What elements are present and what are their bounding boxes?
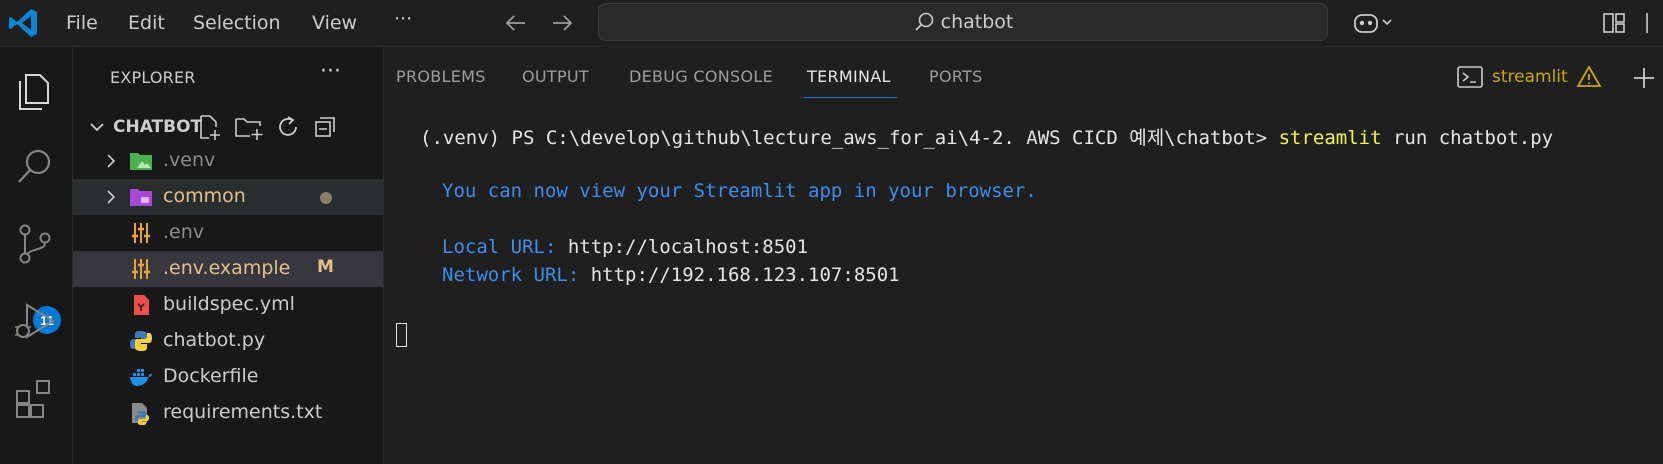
forward-arrow-icon[interactable] xyxy=(549,10,575,36)
tree-item-label: .venv xyxy=(163,149,216,171)
layout-panel-icon[interactable] xyxy=(1643,9,1663,37)
run-debug-icon[interactable] xyxy=(13,299,57,343)
new-folder-icon[interactable] xyxy=(233,113,265,141)
local-url-link[interactable]: http://localhost:8501 xyxy=(568,236,808,258)
workspace-name: CHATBOT xyxy=(113,117,203,137)
workspace-section-header[interactable]: CHATBOT xyxy=(83,109,373,145)
terminal-cursor xyxy=(396,323,407,347)
tab-terminal[interactable]: TERMINAL xyxy=(807,67,891,86)
tree-item-chatbot-py[interactable]: chatbot.py xyxy=(73,323,383,359)
back-arrow-icon[interactable] xyxy=(503,10,529,36)
tree-item-env-example[interactable]: .env.example M xyxy=(73,251,383,287)
env-settings-icon xyxy=(132,223,150,243)
tree-item-label: common xyxy=(163,185,246,207)
activity-bar: 11 xyxy=(0,47,73,464)
new-file-icon[interactable] xyxy=(195,113,223,141)
collapse-all-icon[interactable] xyxy=(312,113,340,141)
extensions-icon[interactable] xyxy=(13,377,57,421)
tree-item-label: requirements.txt xyxy=(163,401,323,423)
menu-view[interactable]: View xyxy=(312,0,357,46)
modified-dot xyxy=(320,192,332,204)
docker-icon xyxy=(130,369,152,386)
tree-item-requirements[interactable]: requirements.txt xyxy=(73,395,383,431)
tree-item-label: chatbot.py xyxy=(163,329,266,351)
folder-common-icon xyxy=(130,189,152,206)
python-icon xyxy=(130,331,152,351)
chevron-down-icon xyxy=(90,123,104,132)
tree-item-venv[interactable]: .venv xyxy=(73,143,383,179)
tab-debug-console[interactable]: DEBUG CONSOLE xyxy=(629,67,773,86)
terminal-command: streamlit xyxy=(1278,127,1382,149)
tab-output[interactable]: OUTPUT xyxy=(522,67,589,86)
warning-icon xyxy=(1576,65,1602,87)
chevron-right-icon xyxy=(107,190,116,204)
search-icon[interactable] xyxy=(13,145,57,189)
command-center-search[interactable]: chatbot xyxy=(598,3,1328,41)
refresh-icon[interactable] xyxy=(274,113,302,141)
menu-file[interactable]: File xyxy=(66,0,98,46)
terminal-info: You can now view your Streamlit app in y… xyxy=(442,180,1037,202)
menu-selection[interactable]: Selection xyxy=(193,0,281,46)
search-text: chatbot xyxy=(940,11,1014,33)
local-url-label: Local URL: xyxy=(442,236,568,258)
bottom-panel: PROBLEMS OUTPUT DEBUG CONSOLE TERMINAL P… xyxy=(384,47,1663,464)
folder-env-icon xyxy=(130,153,152,170)
explorer-sidebar: EXPLORER ··· CHATBOT .venv common .env .… xyxy=(73,47,384,464)
tree-item-buildspec[interactable]: buildspec.yml xyxy=(73,287,383,323)
terminal-info-line: You can now view your Streamlit app in y… xyxy=(442,180,1037,202)
search-icon xyxy=(915,12,933,31)
sidebar-title: EXPLORER xyxy=(110,68,196,87)
tree-item-label: .env.example xyxy=(163,257,291,279)
network-url-link[interactable]: http://192.168.123.107:8501 xyxy=(591,264,900,286)
terminal-command-args: run chatbot.py xyxy=(1381,127,1554,149)
terminal-name: streamlit xyxy=(1492,67,1568,87)
network-url-label: Network URL: xyxy=(442,264,591,286)
menu-edit[interactable]: Edit xyxy=(128,0,165,46)
chevron-right-icon xyxy=(107,154,116,168)
tab-ports[interactable]: PORTS xyxy=(929,67,983,86)
tree-item-dockerfile[interactable]: Dockerfile xyxy=(73,359,383,395)
terminal-network-url-line: Network URL: http://192.168.123.107:8501 xyxy=(442,264,900,286)
tree-item-env[interactable]: .env xyxy=(73,215,383,251)
tree-item-label: .env xyxy=(163,221,205,243)
tab-problems[interactable]: PROBLEMS xyxy=(396,67,486,86)
modified-badge: M xyxy=(317,257,334,277)
terminal-instance-label[interactable]: streamlit xyxy=(1456,63,1602,91)
new-terminal-plus-icon[interactable] xyxy=(1631,65,1657,91)
terminal-icon xyxy=(1457,66,1483,88)
menu-more[interactable]: ··· xyxy=(394,0,412,42)
tree-item-label: Dockerfile xyxy=(163,365,259,387)
layout-sidebar-icon[interactable] xyxy=(1600,9,1628,37)
tree-item-common[interactable]: common xyxy=(73,179,383,215)
env-settings-icon xyxy=(132,259,150,279)
title-bar: File Edit Selection View ··· chatbot xyxy=(0,0,1663,47)
vscode-logo-icon xyxy=(9,9,37,37)
terminal-command-line: (.venv) PS C:\develop\github\lecture_aws… xyxy=(420,123,1553,150)
copilot-icon[interactable] xyxy=(1352,9,1396,37)
yaml-icon xyxy=(134,295,149,315)
requirements-icon xyxy=(132,403,149,425)
terminal-prompt: (.venv) PS C:\develop\github\lecture_aws… xyxy=(420,127,1279,149)
explorer-icon[interactable] xyxy=(12,69,56,113)
active-tab-indicator xyxy=(804,97,897,98)
sidebar-more-actions[interactable]: ··· xyxy=(320,59,341,84)
tree-item-label: buildspec.yml xyxy=(163,293,295,315)
terminal-local-url-line: Local URL: http://localhost:8501 xyxy=(442,236,808,258)
source-control-icon[interactable] xyxy=(13,222,57,266)
